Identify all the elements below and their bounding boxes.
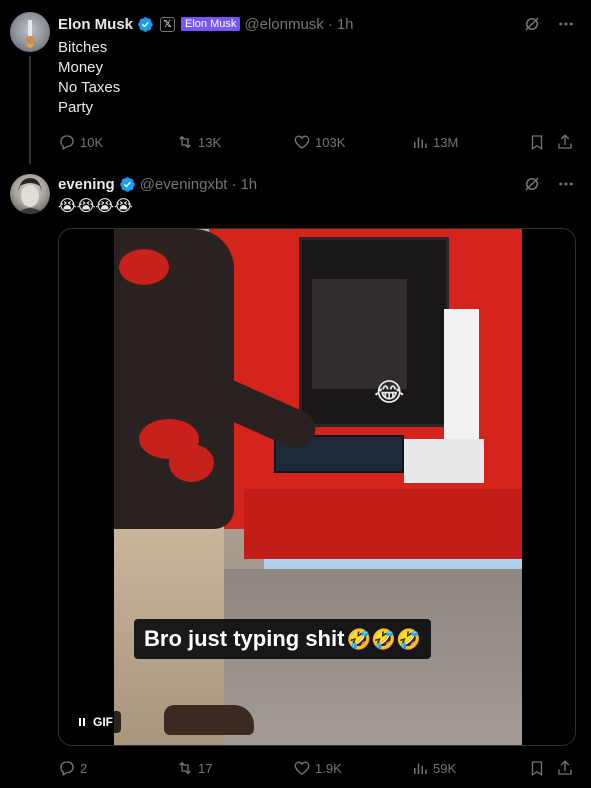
- scene-cloud-pattern: [119, 249, 169, 285]
- like-count: 103K: [315, 134, 346, 150]
- timestamp[interactable]: 1h: [240, 176, 257, 193]
- reply-count: 10K: [80, 134, 104, 150]
- like-icon: [294, 135, 310, 149]
- author-handle[interactable]: @elonmusk: [244, 16, 323, 33]
- bookmark-icon: [531, 761, 543, 777]
- share-button[interactable]: [556, 759, 574, 777]
- reply-icon: [60, 761, 74, 776]
- like-button[interactable]: 1.9K: [293, 759, 342, 777]
- separator-dot: ·: [327, 15, 333, 33]
- like-icon: [294, 761, 310, 775]
- repost-button[interactable]: 13K: [176, 133, 221, 151]
- gif-label: GIF: [93, 715, 113, 729]
- caption-emojis: 🤣🤣🤣: [346, 628, 422, 651]
- repost-count: 17: [198, 760, 213, 776]
- reply-icon: [60, 135, 74, 150]
- more-icon[interactable]: [557, 15, 575, 33]
- gif-media[interactable]: 😂 Bro just typing shit 🤣🤣🤣 GIF: [58, 228, 576, 746]
- tweet-header: Elon Musk 𝕏 Elon Musk @elonmusk · 1h: [58, 14, 354, 34]
- tweet-header: evening @eveningxbt · 1h: [58, 174, 257, 194]
- share-icon: [558, 134, 572, 149]
- reply-button[interactable]: 2: [58, 759, 87, 777]
- repost-icon: [179, 761, 191, 775]
- scene-cloud-pattern: [169, 444, 214, 482]
- grok-icon[interactable]: [523, 15, 541, 33]
- scene-atm-display: [312, 279, 407, 389]
- affiliation-badge[interactable]: Elon Musk: [181, 17, 241, 31]
- pause-icon[interactable]: [79, 718, 85, 726]
- tweet-line: Money: [58, 59, 104, 76]
- avatar[interactable]: [10, 174, 50, 214]
- tweet-top-actions: [523, 14, 575, 34]
- author-name[interactable]: evening: [58, 176, 115, 193]
- thread-line: [29, 56, 31, 168]
- reply-button[interactable]: 10K: [58, 133, 103, 151]
- tweet-line: Bitches: [58, 39, 108, 56]
- bookmark-button[interactable]: [528, 759, 546, 777]
- reply-count: 2: [80, 760, 88, 776]
- like-button[interactable]: 103K: [293, 133, 345, 151]
- scene-atm-base: [244, 489, 522, 559]
- gif-caption: Bro just typing shit 🤣🤣🤣: [134, 619, 432, 659]
- tweet-line: No Taxes: [58, 79, 121, 96]
- laughing-emoji-icon: 😂: [374, 377, 405, 407]
- views-icon: [414, 137, 427, 148]
- tweet-elon[interactable]: Elon Musk 𝕏 Elon Musk @elonmusk · 1h Bit…: [0, 0, 591, 168]
- tweet-actions: 10K 13K 103K 13M: [58, 132, 576, 152]
- views-button[interactable]: 59K: [411, 759, 456, 777]
- repost-button[interactable]: 17: [176, 759, 212, 777]
- tweet-text: Bitches Money No Taxes Party: [58, 38, 120, 118]
- author-name[interactable]: Elon Musk: [58, 16, 133, 33]
- scene-atm-side: [444, 309, 479, 459]
- grok-icon[interactable]: [523, 175, 541, 193]
- views-count: 59K: [433, 760, 457, 776]
- tweet-text: 😭😭😭😭: [58, 198, 133, 215]
- tweet-top-actions: [523, 174, 575, 194]
- more-icon[interactable]: [557, 175, 575, 193]
- x-logo-icon: 𝕏: [160, 16, 176, 32]
- avatar[interactable]: [10, 12, 50, 52]
- separator-dot: ·: [231, 175, 237, 193]
- views-button[interactable]: 13M: [411, 133, 458, 151]
- scene-atm-plate: [404, 439, 484, 483]
- views-count: 13M: [433, 134, 459, 150]
- timestamp[interactable]: 1h: [337, 16, 354, 33]
- caption-text: Bro just typing shit: [144, 626, 345, 651]
- share-icon: [558, 760, 572, 775]
- bookmark-icon: [531, 135, 543, 151]
- verified-icon: [119, 176, 135, 192]
- author-handle[interactable]: @eveningxbt: [140, 176, 228, 193]
- bookmark-button[interactable]: [528, 133, 546, 151]
- verified-icon: [138, 16, 153, 32]
- gif-badge[interactable]: GIF: [71, 711, 121, 733]
- gif-frame: 😂 Bro just typing shit 🤣🤣🤣: [114, 229, 522, 745]
- share-button[interactable]: [556, 133, 574, 151]
- repost-icon: [179, 135, 191, 149]
- views-icon: [414, 763, 427, 774]
- repost-count: 13K: [198, 134, 222, 150]
- tweet-evening[interactable]: evening @eveningxbt · 1h 😭😭😭😭 😂 Bro just…: [0, 164, 591, 788]
- like-count: 1.9K: [315, 760, 342, 776]
- scene-person-shoe: [164, 705, 254, 735]
- tweet-actions: 2 17 1.9K 59K: [58, 758, 576, 778]
- tweet-line: Party: [58, 99, 94, 116]
